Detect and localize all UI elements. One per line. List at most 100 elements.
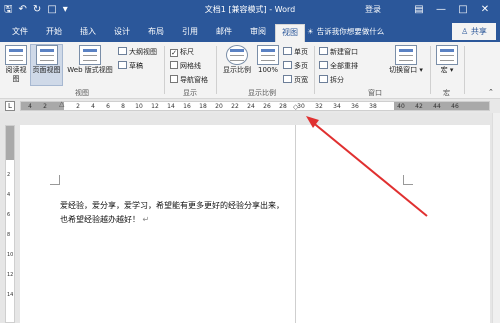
print-layout-icon <box>35 45 58 65</box>
ruler-tick: 16 <box>183 103 191 110</box>
ribbon-tabs: 文件 开始 插入 设计 布局 引用 邮件 审阅 视图 ☀ 告诉我你想要做什么 ♙… <box>0 21 500 42</box>
ruler-tick: 22 <box>231 103 239 110</box>
group-separator <box>164 46 165 94</box>
read-mode-icon <box>5 45 27 65</box>
switch-windows-button[interactable]: 切换窗口 ▾ <box>385 45 427 75</box>
views-group-label: 视图 <box>75 89 89 97</box>
column-marker-icon[interactable]: ◇ <box>293 103 298 111</box>
ruler-tick: 46 <box>451 103 459 110</box>
multi-page-button[interactable]: 多页 <box>283 61 308 71</box>
nav-pane-label: 导航窗格 <box>180 76 208 84</box>
print-layout-button[interactable]: 页面视图 <box>30 44 63 86</box>
ruler-tick: 20 <box>215 103 223 110</box>
draft-label: 草稿 <box>129 62 143 70</box>
ruler-tick: 10 <box>135 103 143 110</box>
unchecked-box-icon <box>170 61 178 69</box>
ruler-tick: 32 <box>315 103 323 110</box>
ruler-tick: 6 <box>106 103 110 110</box>
vertical-ruler[interactable]: 2 4 6 8 10 12 14 <box>5 125 15 323</box>
login-link[interactable]: 登录 <box>365 4 381 15</box>
ribbon-view: 阅读视图 页面视图 Web 版式视图 大纲视图 草稿 视图 ✓ 标尺 网格线 导航… <box>0 42 500 99</box>
tab-selector-icon[interactable]: L <box>5 101 15 111</box>
new-window-button[interactable]: 新建窗口 <box>319 47 358 57</box>
tab-home[interactable]: 开始 <box>40 24 68 42</box>
minimize-icon[interactable]: — <box>430 2 452 18</box>
tell-me-box[interactable]: ☀ 告诉我你想要做什么 <box>307 26 384 37</box>
ruler-tick: 8 <box>121 103 125 110</box>
group-separator <box>430 46 431 94</box>
web-layout-label: Web 版式视图 <box>67 66 113 74</box>
gridlines-label: 网格线 <box>180 62 201 70</box>
ruler-checkbox[interactable]: ✓ 标尺 <box>170 47 194 57</box>
zoom-100-button[interactable]: 100% <box>256 45 280 75</box>
undo-icon[interactable]: ↶ <box>19 3 27 17</box>
save-icon[interactable]: 🖫 <box>4 3 13 17</box>
new-doc-icon[interactable]: □ <box>47 3 56 17</box>
ruler-tick: 24 <box>247 103 255 110</box>
ribbon-display-options-icon[interactable]: ▤ <box>408 2 430 18</box>
document-page[interactable]: 爱经验，爱分享，爱学习，希望能有更多更好的经验分享出来， 也希望经验越办越好！ … <box>20 125 490 323</box>
web-layout-button[interactable]: Web 版式视图 <box>64 45 116 75</box>
ruler-tick: 28 <box>279 103 287 110</box>
share-label: 共享 <box>470 27 487 36</box>
arrange-all-icon <box>319 61 328 69</box>
macros-button[interactable]: 宏 ▾ <box>435 45 459 75</box>
vruler-tick: 6 <box>7 212 11 218</box>
tab-layout[interactable]: 布局 <box>142 24 170 42</box>
ruler-tick: 18 <box>199 103 207 110</box>
paragraph-line-2-text: 也希望经验越办越好！ <box>60 215 140 224</box>
ruler-tick: 12 <box>151 103 159 110</box>
nav-pane-checkbox[interactable]: 导航窗格 <box>170 75 208 85</box>
arrange-all-button[interactable]: 全部重排 <box>319 61 358 71</box>
draft-button[interactable]: 草稿 <box>118 61 143 71</box>
vertical-ruler-top-margin <box>6 126 14 160</box>
tab-file[interactable]: 文件 <box>6 24 34 42</box>
zoom-label: 显示比例 <box>223 66 251 74</box>
tab-insert[interactable]: 插入 <box>74 24 102 42</box>
tab-mailings[interactable]: 邮件 <box>210 24 238 42</box>
vertical-scrollbar[interactable] <box>492 113 500 323</box>
horizontal-ruler[interactable]: 4 2 2 4 6 8 10 12 14 16 18 20 22 24 26 2… <box>20 100 490 111</box>
ruler-tick: 40 <box>397 103 405 110</box>
paragraph-line-1: 爱经验，爱分享，爱学习，希望能有更多更好的经验分享出来， <box>60 201 284 210</box>
close-icon[interactable]: ✕ <box>474 2 496 18</box>
new-window-icon <box>319 47 328 55</box>
document-body[interactable]: 爱经验，爱分享，爱学习，希望能有更多更好的经验分享出来， 也希望经验越办越好！ … <box>60 199 320 227</box>
tab-design[interactable]: 设计 <box>108 24 136 42</box>
split-icon <box>319 75 328 83</box>
switch-windows-icon <box>395 45 417 65</box>
share-button[interactable]: ♙ 共享 <box>452 23 496 40</box>
maximize-icon[interactable]: □ <box>452 2 474 18</box>
read-mode-button[interactable]: 阅读视图 <box>3 45 29 84</box>
customize-qat-icon[interactable]: ▾ <box>63 3 68 17</box>
unchecked-box-icon <box>170 75 178 83</box>
page-width-button[interactable]: 页宽 <box>283 75 308 85</box>
one-page-icon <box>283 47 292 55</box>
one-page-label: 单页 <box>294 48 308 56</box>
paragraph-mark-icon: ↵ <box>142 215 150 224</box>
vruler-tick: 2 <box>7 172 11 178</box>
gridlines-checkbox[interactable]: 网格线 <box>170 61 201 71</box>
collapse-ribbon-icon[interactable]: ⌃ <box>488 88 494 96</box>
quick-access-toolbar: 🖫 ↶ ↻ □ ▾ <box>4 3 68 17</box>
tab-review[interactable]: 审阅 <box>244 24 272 42</box>
ruler-tick: 2 <box>76 103 80 110</box>
chevron-down-icon: ▾ <box>419 66 423 74</box>
checkmark-icon: ✓ <box>170 49 178 57</box>
zoom-button[interactable]: 显示比例 <box>220 45 254 75</box>
document-workspace: 2 4 6 8 10 12 14 爱经验，爱分享，爱学习，希望能有更多更好的经验… <box>0 113 500 323</box>
switch-windows-label: 切换窗口 <box>389 66 418 74</box>
ruler-tick: 14 <box>167 103 175 110</box>
multi-page-icon <box>283 61 292 69</box>
one-page-button[interactable]: 单页 <box>283 47 308 57</box>
tab-view[interactable]: 视图 <box>275 24 305 42</box>
tab-references[interactable]: 引用 <box>176 24 204 42</box>
redo-icon[interactable]: ↻ <box>33 3 41 17</box>
ruler-right-margin <box>394 102 489 110</box>
indent-marker-icon[interactable]: △ <box>59 100 64 108</box>
window-controls: ▤ — □ ✕ <box>408 2 496 18</box>
vruler-tick: 12 <box>7 272 14 278</box>
ruler-tick: 26 <box>263 103 271 110</box>
split-button[interactable]: 拆分 <box>319 75 344 85</box>
outline-button[interactable]: 大纲视图 <box>118 47 157 57</box>
